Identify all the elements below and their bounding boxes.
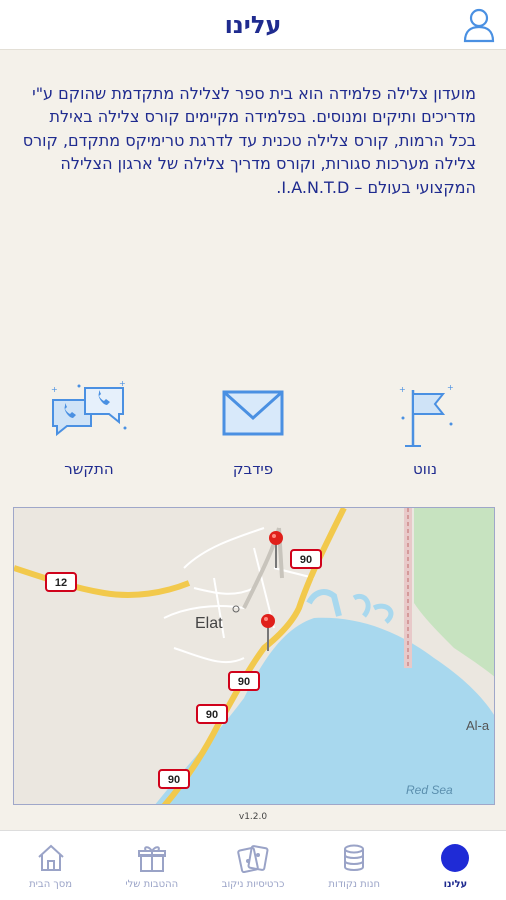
- chat-phone-icon: + +: [51, 380, 127, 437]
- svg-text:+: +: [51, 385, 58, 394]
- bottom-nav: מסך הבית ההטבות שלי כרטיסיות ניקוב חנות …: [0, 830, 506, 900]
- call-label: התקשר: [64, 460, 114, 478]
- version-label: v1.2.0: [238, 812, 268, 822]
- svg-text:90: 90: [300, 554, 312, 566]
- svg-text:+: +: [119, 380, 126, 388]
- svg-text:90: 90: [168, 774, 180, 786]
- coins-icon: [344, 844, 365, 871]
- road-shield-90-d: 90: [158, 769, 190, 789]
- navigate-action[interactable]: + + נווט: [370, 380, 480, 478]
- svg-text:+: +: [447, 383, 454, 392]
- top-bar: עלינו: [0, 0, 506, 50]
- nav-punch-cards[interactable]: כרטיסיות ניקוב: [202, 831, 303, 900]
- svg-text:+: +: [399, 385, 406, 394]
- map-sea-label: Red Sea: [406, 783, 453, 797]
- nav-home[interactable]: מסך הבית: [0, 831, 101, 900]
- nav-about-label: עלינו: [443, 879, 468, 890]
- road-shield-90-a: 90: [290, 549, 322, 569]
- home-icon: [37, 844, 64, 871]
- gift-icon: [137, 846, 166, 872]
- svg-text:90: 90: [238, 676, 250, 688]
- navigate-label: נווט: [413, 460, 437, 478]
- nav-points-store-label: חנות נקודות: [328, 879, 380, 890]
- road-shield-90-c: 90: [196, 704, 228, 724]
- nav-punch-cards-label: כרטיסיות ניקוב: [221, 879, 285, 890]
- about-text: מועדון צלילה פלמידה הוא בית ספר לצלילה מ…: [22, 84, 476, 197]
- road-shield-90-b: 90: [228, 671, 260, 691]
- nav-gifts-label: ההטבות שלי: [125, 879, 179, 890]
- nav-about[interactable]: עלינו: [405, 831, 506, 900]
- user-avatar-icon[interactable]: [462, 7, 496, 43]
- svg-text:12: 12: [55, 577, 67, 589]
- map-partial-label: Al-a: [466, 718, 490, 733]
- feedback-action[interactable]: פידבק: [198, 380, 308, 478]
- flag-icon: + +: [399, 383, 454, 447]
- nav-gifts[interactable]: ההטבות שלי: [101, 831, 202, 900]
- feedback-label: פידבק: [232, 460, 274, 478]
- punch-cards-icon: [237, 845, 269, 874]
- road-shield-12: 12: [45, 572, 77, 592]
- about-dot-icon: [439, 842, 472, 874]
- location-map[interactable]: 12 90 90 90 90 Elat Red Sea Al-a: [13, 507, 495, 805]
- nav-points-store[interactable]: חנות נקודות: [304, 831, 405, 900]
- map-city-label: Elat: [195, 615, 223, 632]
- envelope-icon: [222, 390, 284, 436]
- svg-text:90: 90: [206, 709, 218, 721]
- page-title: עלינו: [224, 10, 282, 39]
- nav-home-label: מסך הבית: [29, 879, 73, 890]
- map-canvas: 12 90 90 90 90 Elat Red Sea Al-a: [14, 508, 494, 804]
- call-action[interactable]: + + התקשר: [34, 380, 144, 478]
